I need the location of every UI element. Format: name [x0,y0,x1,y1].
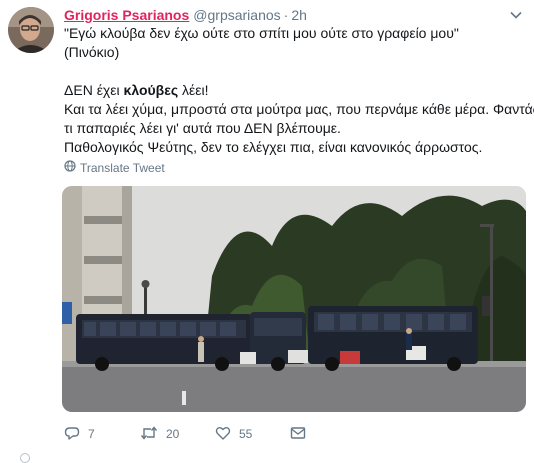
heart-icon [215,425,231,444]
tweet-line-part: ΔΕΝ έχει [64,82,124,98]
tweet-line: Και τα λέει χύμα, μπροστά στα μούτρα μας… [64,101,534,117]
reply-icon [64,425,80,444]
tweet-card[interactable]: Grigoris Psarianos @grpsarianos · 2h "Εγώ κ… [0,0,534,463]
tweet-line: "Εγώ κλούβα δεν έχω ούτε στο σπίτι μου ο… [64,25,459,41]
direct-message-button[interactable] [290,425,306,444]
tweet-line-part: λέει! [178,82,209,98]
retweet-count: 20 [166,427,180,441]
author-display-name[interactable]: Grigoris Psarianos [64,7,189,23]
translate-label: Translate Tweet [80,161,165,175]
tweet-line: Παθολογικός Ψεύτης, δεν το ελέγχει πια, … [64,139,483,155]
globe-icon [64,160,76,176]
reply-count: 7 [88,427,95,441]
like-count: 55 [239,427,253,441]
reply-button[interactable]: 7 [64,425,140,444]
tweet-photo[interactable] [62,186,526,412]
tweet-line: ΔΕΝ έχει κλούβες λέει! [64,81,526,100]
tweet-line: τι παπαριές λέει γι' αυτά που ΔΕΝ βλέπου… [64,120,341,136]
envelope-icon [290,425,306,444]
author-handle[interactable]: @grpsarianos [193,7,280,23]
tweet-timestamp[interactable]: 2h [291,7,307,23]
header-separator: · [283,7,289,23]
tweet-bold-word: κλούβες [123,82,179,98]
tweet-actions: 7 20 55 [64,425,306,443]
retweet-icon [140,425,158,444]
retweet-button[interactable]: 20 [140,425,215,444]
tweet-text: "Εγώ κλούβα δεν έχω ούτε στο σπίτι μου ο… [64,24,534,157]
like-button[interactable]: 55 [215,425,290,444]
tweet-header: Grigoris Psarianos @grpsarianos · 2h [64,6,307,24]
chevron-down-icon[interactable] [509,8,523,22]
tweet-line: (Πινόκιο) [64,44,120,60]
author-avatar[interactable] [8,7,54,53]
translate-tweet-link[interactable]: Translate Tweet [64,160,165,176]
